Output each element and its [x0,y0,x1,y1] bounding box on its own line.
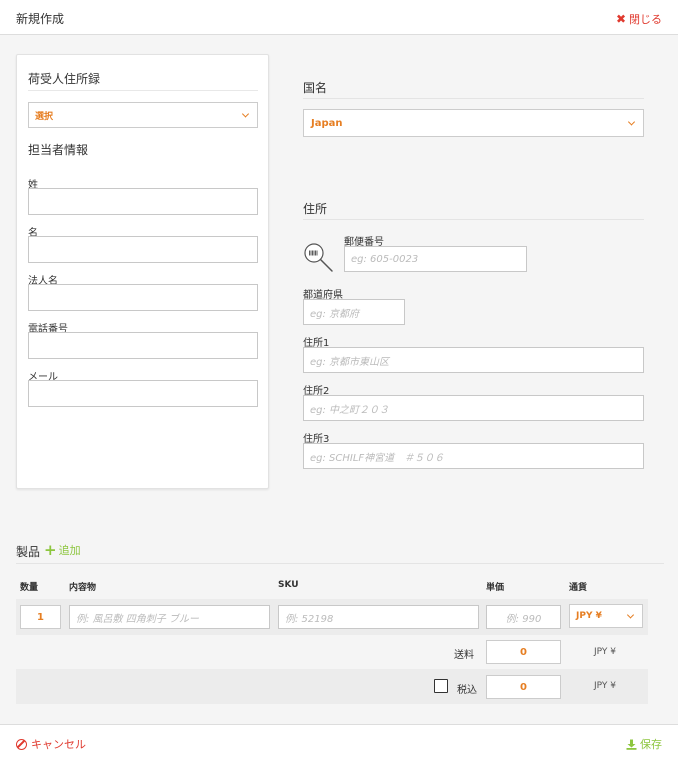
address1-input[interactable]: eg: 京都市東山区 [303,347,644,373]
contact-title: 担当者情報 [28,143,89,157]
divider [303,219,644,220]
divider [28,90,258,91]
cancel-button[interactable]: キャンセル [16,736,86,752]
chevron-down-icon [627,118,636,126]
products-title: 製品 [16,545,41,559]
modal-title: 新規作成 [16,12,65,26]
last-name-input[interactable] [28,188,258,215]
sku-input[interactable]: 例: 52198 [278,605,479,629]
close-button[interactable]: ✖ 閉じる [616,11,662,27]
shipping-currency: JPY ¥ [594,647,616,657]
column-header-contents: 内容物 [69,583,97,593]
tax-included-checkbox[interactable] [434,679,448,693]
ban-icon [16,738,27,750]
country-select-value: Japan [311,117,343,129]
shipping-input[interactable]: 0 [486,640,561,664]
country-select[interactable]: Japan [303,109,644,137]
price-input[interactable]: 例: 990 [486,605,561,629]
download-icon [626,739,637,750]
tax-currency: JPY ¥ [594,681,616,691]
add-product-label: 追加 [58,544,81,557]
currency-select[interactable]: JPY ¥ [569,604,643,628]
address-title: 住所 [303,202,328,216]
save-label: 保存 [640,738,662,751]
modal-footer: キャンセル 保存 [0,724,678,758]
add-product-button[interactable]: + 追加 [44,542,81,558]
shipping-label: 送料 [454,650,474,661]
currency-select-value: JPY ¥ [576,611,602,621]
phone-input[interactable] [28,332,258,359]
divider [303,98,644,99]
email-input[interactable] [28,380,258,407]
consignee-card: 荷受人住所録 選択 担当者情報 姓 名 法人名 電話番号 メール [16,54,269,489]
qty-input[interactable]: 1 [20,605,61,629]
chevron-down-icon [626,611,635,619]
close-label: 閉じる [629,13,662,26]
address-book-select-value: 選択 [35,111,54,122]
company-input[interactable] [28,284,258,311]
save-button[interactable]: 保存 [626,736,662,752]
column-header-price: 単価 [486,583,505,593]
cancel-label: キャンセル [31,738,86,751]
address-book-select[interactable]: 選択 [28,102,258,128]
tax-input[interactable]: 0 [486,675,561,699]
column-header-qty: 数量 [20,583,39,593]
modal-header: 新規作成 ✖ 閉じる [0,0,678,35]
divider [16,563,664,564]
postal-input[interactable]: eg: 605-0023 [344,246,527,272]
prefecture-input[interactable]: eg: 京都府 [303,299,405,325]
close-icon: ✖ [615,12,626,26]
address-book-title: 荷受人住所録 [28,72,101,86]
postal-lookup-icon[interactable] [303,242,335,274]
plus-icon: + [44,540,57,559]
chevron-down-icon [241,110,250,118]
address2-input[interactable]: eg: 中之町２０３ [303,395,644,421]
column-header-currency: 通貨 [569,583,588,593]
address3-input[interactable]: eg: SCHILF神宮道 ＃５０６ [303,443,644,469]
column-header-sku: SKU [278,580,299,590]
tax-label: 税込 [457,685,477,696]
country-title: 国名 [303,81,328,95]
first-name-input[interactable] [28,236,258,263]
contents-input[interactable]: 例: 風呂敷 四角刺子 ブルー [69,605,270,629]
